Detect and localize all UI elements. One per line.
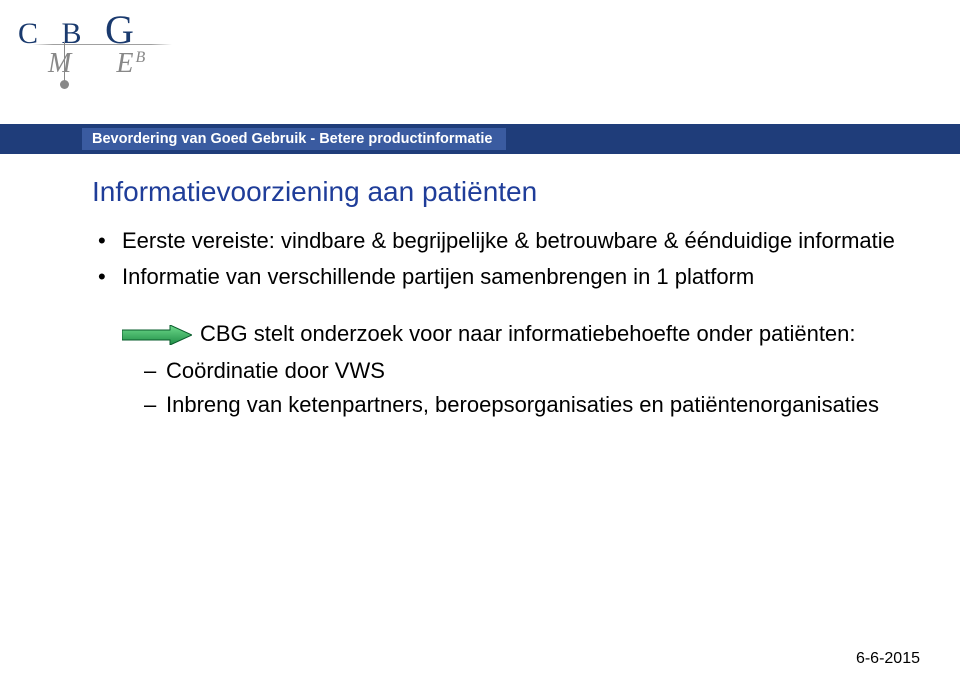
dash-item: Inbreng van ketenpartners, beroepsorgani… [144,390,900,420]
footer-date: 6-6-2015 [856,650,920,668]
bullet-list: Eerste vereiste: vindbare & begrijpelijk… [98,226,900,291]
arrow-row: CBG stelt onderzoek voor naar informatie… [122,319,900,350]
slide-title: Informatievoorziening aan patiënten [92,176,900,208]
dash-list: Coördinatie door VWS Inbreng van ketenpa… [144,356,900,419]
logo-sub: M EB [48,48,151,80]
logo-divider [32,44,172,45]
logo-top: C B G [18,6,142,53]
header-bar-text: Bevordering van Goed Gebruik - Betere pr… [92,131,492,147]
arrow-right-icon [122,325,192,350]
bullet-item: Informatie van verschillende partijen sa… [98,262,900,292]
arrow-text: CBG stelt onderzoek voor naar informatie… [200,319,856,349]
slide-content: Informatievoorziening aan patiënten Eers… [92,176,900,424]
bullet-item: Eerste vereiste: vindbare & begrijpelijk… [98,226,900,256]
dash-item: Coördinatie door VWS [144,356,900,386]
logo-decoration-ball [60,80,69,89]
header-bar: Bevordering van Goed Gebruik - Betere pr… [82,128,506,150]
